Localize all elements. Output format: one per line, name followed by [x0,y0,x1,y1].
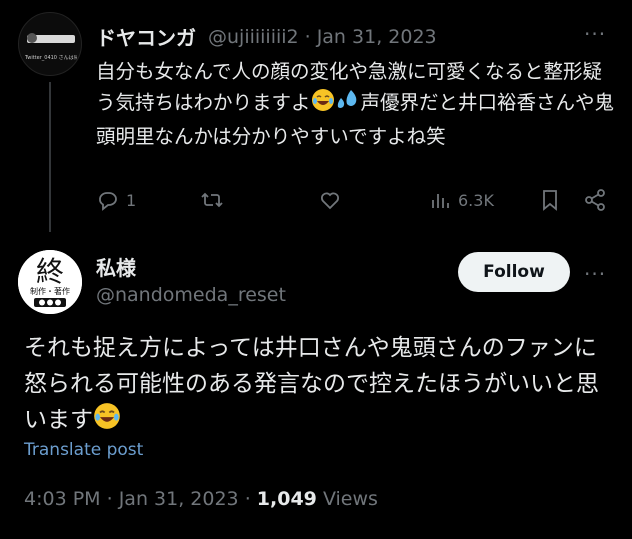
follow-button[interactable]: Follow [458,252,570,292]
share-button[interactable] [583,188,607,212]
meta-separator: · [244,488,251,510]
tweet-date[interactable]: Jan 31, 2023 [119,488,239,510]
parent-tweet: Twitter_0410 さんは鳥をブロックしました ドヤコンガ @ujiiii… [0,0,632,238]
tweet-metadata: 4:03 PM · Jan 31, 2023 · 1,049 Views [24,488,378,510]
avatar-image: 終 制作・著作 [18,250,82,314]
face-with-tears-of-joy-icon [93,402,121,441]
parent-avatar[interactable]: Twitter_0410 さんは鳥をブロックしました [18,12,82,76]
avatar-glyph: 終 [36,255,64,288]
main-display-name[interactable]: 私様 [96,252,136,281]
tweet-time[interactable]: 4:03 PM [24,488,101,510]
more-horizontal-icon[interactable]: ··· [584,22,606,46]
avatar-subtext: 制作・著作 [30,286,70,296]
sweat-droplets-icon [335,88,361,121]
analytics-icon [432,194,449,208]
face-with-tears-of-joy-icon [311,88,335,121]
views-count: 6.3K [458,190,494,210]
main-tweet-text: それも捉え方によっては井口さんや鬼頭さんのファンに怒られる可能性のある発言なので… [24,330,614,441]
main-handle[interactable]: @nandomeda_reset [96,284,286,306]
reply-icon [99,192,117,211]
thread-line [49,82,51,232]
views-label: Views [322,488,378,510]
reply-button[interactable]: 1 [96,188,136,212]
parent-header: ドヤコンガ @ujiiiiiiii2 · Jan 31, 2023 [96,22,437,51]
parent-tweet-text: 自分も女なんで人の顔の変化や急激に可愛くなると整形疑う気持ちはわかりますよ 声優界… [96,56,616,152]
parent-handle[interactable]: @ujiiiiiiii2 [208,26,299,48]
retweet-icon [201,192,223,208]
parent-display-name[interactable]: ドヤコンガ [96,22,196,51]
meta-separator: · [106,488,113,510]
avatar-graphic-dot [27,33,37,43]
share-icon [585,189,605,211]
translate-post-link[interactable]: Translate post [24,440,143,460]
views-count: 1,049 [256,488,317,510]
parent-separator: · [304,25,311,48]
bookmark-button[interactable] [538,188,562,212]
reply-count: 1 [126,190,137,210]
more-horizontal-icon[interactable]: ··· [584,262,606,286]
heart-icon [321,192,339,210]
like-button[interactable] [318,188,348,212]
avatar-caption: Twitter_0410 さんは鳥をブロックしました [25,55,77,61]
parent-action-bar: 1 6.3K [96,188,616,218]
main-avatar[interactable]: 終 制作・著作 [18,250,82,314]
views-button[interactable]: 6.3K [428,188,494,212]
retweet-button[interactable] [200,188,230,212]
bookmark-icon [543,190,557,211]
parent-date[interactable]: Jan 31, 2023 [317,26,437,48]
